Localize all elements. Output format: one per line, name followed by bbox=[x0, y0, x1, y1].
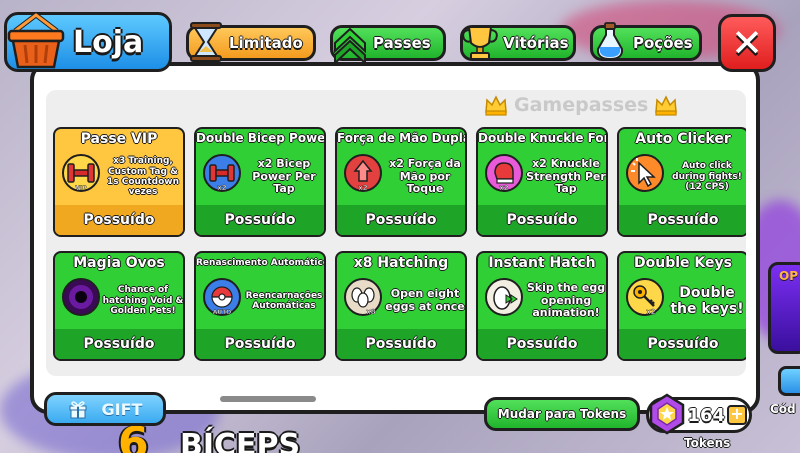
card-description: Double the keys! bbox=[670, 284, 744, 317]
tab-label: Poções bbox=[633, 34, 693, 52]
section-title: Gamepasses bbox=[514, 94, 649, 116]
boxing-glove-x2-icon: x2 bbox=[485, 154, 523, 192]
trophy-icon bbox=[462, 26, 498, 60]
gift-icon bbox=[69, 401, 87, 419]
tab-label: Passes bbox=[373, 34, 431, 52]
card-description: Skip the egg opening animation! bbox=[526, 281, 606, 320]
tab-limitado[interactable]: Limitado bbox=[186, 22, 316, 62]
shop-title: Loja bbox=[73, 24, 144, 60]
gamepass-card-double-bicep[interactable]: Double Bicep Power x2 x2 Bicep Power Per… bbox=[194, 127, 326, 237]
card-description: x3 Training, Custom Tag & 1s Countdown v… bbox=[106, 156, 179, 198]
potion-icon bbox=[596, 22, 624, 61]
crown-icon bbox=[655, 95, 678, 116]
side-code-label: Cód bbox=[770, 402, 796, 416]
add-tokens-button[interactable]: + bbox=[727, 405, 747, 425]
gift-button[interactable]: GIFT bbox=[44, 392, 166, 426]
eggs-x8-icon: x8 bbox=[344, 278, 382, 316]
gamepass-card-double-knuckle[interactable]: Double Knuckle Força x2 x2 Knuckle Stren… bbox=[476, 127, 608, 237]
shop-title-badge: Loja bbox=[4, 11, 172, 72]
icon-label: x2 bbox=[646, 308, 656, 316]
card-title: Magia Ovos bbox=[73, 255, 165, 271]
card-description: x2 Força da Mão por Toque bbox=[389, 157, 461, 196]
convert-to-tokens-button[interactable]: Mudar para Tokens bbox=[484, 397, 640, 431]
card-title: Renascimento Automático bbox=[196, 258, 326, 268]
owned-status: Possuído bbox=[55, 205, 183, 235]
close-icon: ✕ bbox=[731, 21, 763, 65]
hand-strength-x2-icon: x2 bbox=[344, 154, 382, 192]
crown-icon bbox=[485, 95, 507, 116]
owned-status: Possuído bbox=[55, 329, 183, 359]
scrollbar-handle[interactable] bbox=[220, 396, 316, 402]
card-title: Double Bicep Power bbox=[196, 131, 326, 145]
tab-label: Vitórias bbox=[503, 34, 569, 52]
gamepass-card-auto-rebirth[interactable]: Renascimento Automático AUTO Reencarnaçõ… bbox=[194, 251, 326, 361]
owned-status: Possuído bbox=[337, 205, 465, 235]
key-x2-icon: x2 bbox=[626, 278, 664, 316]
icon-label: x2 bbox=[217, 184, 227, 192]
icon-label: x2 bbox=[499, 184, 509, 192]
dumbbell-x2-icon: x2 bbox=[203, 154, 241, 192]
gamepass-card-double-keys[interactable]: Double Keys x2 Double the keys! Possuído bbox=[617, 251, 746, 361]
icon-label: AUTO bbox=[213, 309, 232, 316]
gamepass-card-magia-ovos[interactable]: Magia Ovos Chance of hatching Void & Gol… bbox=[53, 251, 185, 361]
close-button[interactable]: ✕ bbox=[718, 14, 776, 72]
card-title: Double Knuckle Força bbox=[478, 131, 606, 145]
card-title: Instant Hatch bbox=[488, 255, 596, 271]
owned-status: Possuído bbox=[478, 205, 606, 235]
card-title: Auto Clicker bbox=[635, 131, 731, 147]
card-description: x2 Knuckle Strength Per Tap bbox=[526, 157, 606, 196]
side-op-button[interactable]: OP bbox=[768, 262, 800, 354]
card-description: x2 Bicep Power Per Tap bbox=[252, 157, 316, 196]
tab-label: Limitado bbox=[229, 34, 303, 52]
card-description: Auto click during fights! (12 CPS) bbox=[672, 161, 742, 193]
vip-dumbbell-icon: VIP bbox=[62, 154, 100, 192]
cursor-click-icon bbox=[626, 154, 664, 192]
convert-label: Mudar para Tokens bbox=[497, 407, 627, 421]
card-title: x8 Hatching bbox=[353, 255, 449, 271]
shop-panel: Gamepasses Passe VIP VIP x3 Training, Cu… bbox=[30, 62, 760, 414]
gamepass-card-vip[interactable]: Passe VIP VIP x3 Training, Custom Tag & … bbox=[53, 127, 185, 237]
tokens-label: Tokens bbox=[684, 436, 731, 450]
section-header: Gamepasses bbox=[484, 93, 678, 117]
card-title: Força de Mão Dupla bbox=[337, 131, 467, 145]
card-title: Double Keys bbox=[634, 255, 732, 271]
auto-rebirth-icon: AUTO bbox=[203, 278, 241, 316]
owned-status: Possuído bbox=[196, 329, 324, 359]
card-description: Chance of hatching Void & Golden Pets! bbox=[102, 285, 184, 317]
token-gem-icon bbox=[649, 393, 685, 435]
icon-label: x8 bbox=[366, 308, 376, 316]
owned-status: Possuído bbox=[619, 329, 746, 359]
token-count: 164 bbox=[687, 404, 725, 426]
hourglass-icon bbox=[190, 22, 222, 62]
owned-status: Possuído bbox=[619, 205, 746, 235]
egg-fast-forward-icon bbox=[485, 278, 523, 316]
owned-status: Possuído bbox=[337, 329, 465, 359]
shop-basket-icon bbox=[7, 11, 65, 69]
gamepass-card-x8-hatching[interactable]: x8 Hatching x8 Open eight eggs at once P… bbox=[335, 251, 467, 361]
gamepass-card-forca-mao[interactable]: Força de Mão Dupla x2 x2 Força da Mão po… bbox=[335, 127, 467, 237]
tab-vitorias[interactable]: Vitórias bbox=[460, 25, 576, 61]
side-code-button[interactable] bbox=[778, 366, 800, 396]
card-description: Reencarnações Automáticas bbox=[245, 290, 323, 311]
gamepass-card-instant-hatch[interactable]: Instant Hatch Skip the egg opening anima… bbox=[476, 251, 608, 361]
chevrons-up-icon bbox=[334, 27, 366, 65]
card-description: Open eight eggs at once bbox=[385, 287, 465, 313]
gift-label: GIFT bbox=[101, 399, 143, 419]
icon-label: VIP bbox=[75, 185, 87, 192]
icon-label: x2 bbox=[358, 184, 368, 192]
background-biceps-text: BÍCEPS bbox=[180, 428, 301, 453]
void-egg-icon bbox=[62, 278, 100, 316]
owned-status: Possuído bbox=[478, 329, 606, 359]
gamepass-grid: Gamepasses Passe VIP VIP x3 Training, Cu… bbox=[46, 90, 746, 376]
gamepass-card-auto-clicker[interactable]: Auto Clicker Auto click during fights! (… bbox=[617, 127, 746, 237]
tab-passes[interactable]: Passes bbox=[330, 25, 446, 65]
card-title: Passe VIP bbox=[80, 131, 158, 147]
owned-status: Possuído bbox=[196, 205, 324, 235]
tab-pocoes[interactable]: Poções bbox=[590, 22, 702, 61]
